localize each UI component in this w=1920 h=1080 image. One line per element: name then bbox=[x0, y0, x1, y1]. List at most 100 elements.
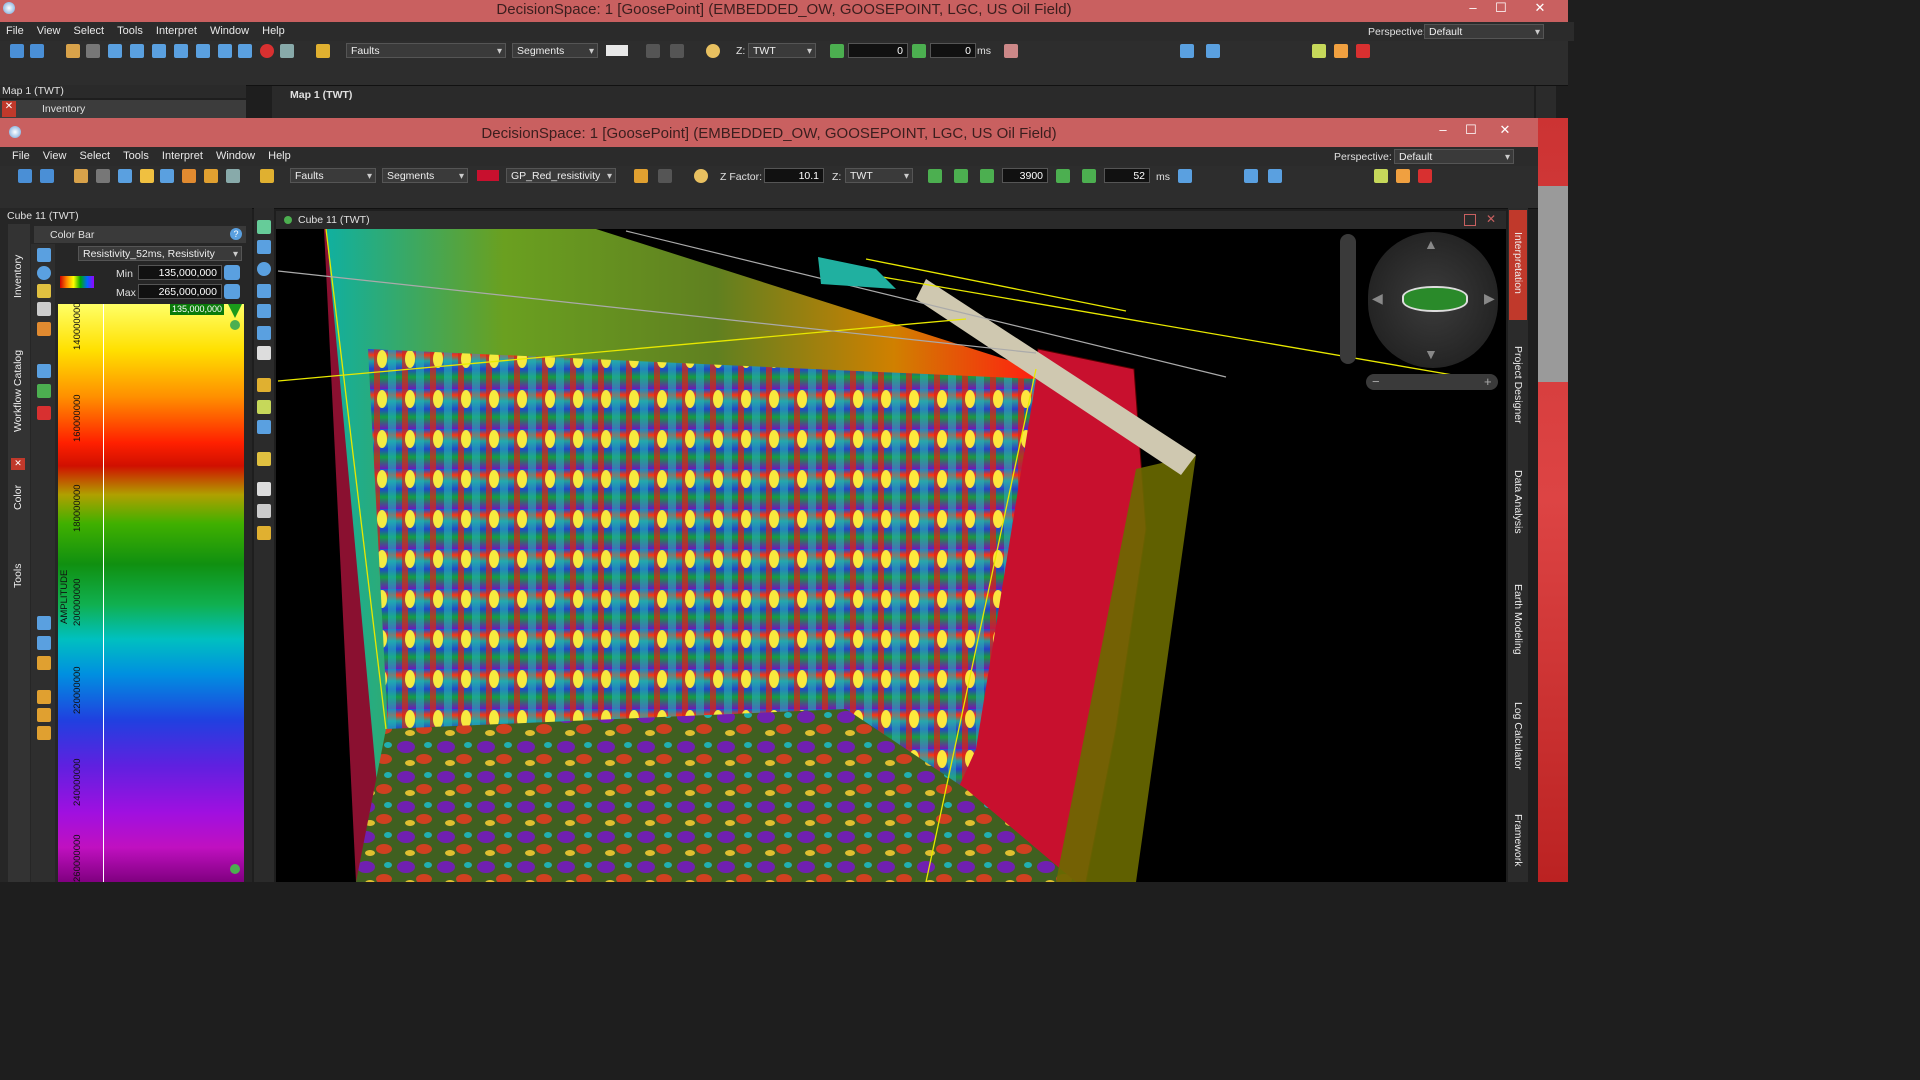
front-zfactor-input[interactable]: 10.1 bbox=[764, 168, 824, 183]
front-save-icon[interactable] bbox=[18, 169, 32, 183]
front-play-icon[interactable] bbox=[1082, 169, 1096, 183]
close-icon[interactable]: ✕ bbox=[1520, 0, 1560, 18]
view-filter-icon[interactable] bbox=[257, 400, 271, 414]
view-zoom-icon[interactable] bbox=[257, 240, 271, 254]
front-folder-icon[interactable] bbox=[74, 169, 88, 183]
menu-file[interactable]: File bbox=[6, 22, 24, 41]
back-inventory-tab[interactable] bbox=[0, 100, 246, 118]
nav-down-icon[interactable]: ▼ bbox=[1424, 346, 1438, 362]
select-icon[interactable] bbox=[37, 406, 51, 420]
back-z-select[interactable]: TWT bbox=[748, 43, 816, 59]
max-reset-icon[interactable] bbox=[224, 284, 240, 299]
side-tab-inventory[interactable]: Inventory bbox=[12, 255, 24, 298]
view-map-icon[interactable] bbox=[257, 452, 271, 466]
front-close-icon[interactable]: ✕ bbox=[1490, 122, 1520, 140]
rotate-icon[interactable] bbox=[152, 44, 166, 58]
split-icon[interactable] bbox=[37, 364, 51, 378]
front-tools-misc-icon[interactable] bbox=[1178, 169, 1192, 183]
pencil-icon[interactable] bbox=[316, 44, 330, 58]
back-perspective-select[interactable]: Default bbox=[1424, 24, 1544, 40]
front-faults-select[interactable]: Faults bbox=[290, 168, 376, 184]
back-faults-select[interactable]: Faults bbox=[346, 43, 506, 59]
min-input[interactable]: 135,000,000 bbox=[138, 265, 222, 280]
front-display3-icon[interactable] bbox=[1418, 169, 1432, 183]
front-undo-icon[interactable] bbox=[634, 169, 648, 183]
edit-icon[interactable] bbox=[37, 302, 51, 316]
tools-misc-icon[interactable] bbox=[1004, 44, 1018, 58]
back-color-swatch[interactable] bbox=[606, 45, 628, 56]
maximize-icon[interactable]: ☐ bbox=[1486, 0, 1516, 18]
help-icon[interactable]: ? bbox=[230, 228, 242, 240]
view-fit-icon[interactable] bbox=[257, 304, 271, 318]
view-home-icon[interactable] bbox=[257, 220, 271, 234]
nav-zoom-slider[interactable] bbox=[1340, 234, 1356, 364]
front-z-select[interactable]: TWT bbox=[845, 168, 913, 184]
back-inventory-close[interactable]: ✕ bbox=[2, 101, 16, 117]
front-menu-help[interactable]: Help bbox=[268, 147, 291, 166]
right-tab-earth-modeling[interactable]: Earth Modeling bbox=[1512, 584, 1524, 655]
step-back-icon[interactable] bbox=[830, 44, 844, 58]
table-small-icon[interactable] bbox=[37, 690, 51, 704]
right-tab-interpretation[interactable]: Interpretation bbox=[1512, 232, 1524, 294]
add-marker-icon[interactable] bbox=[230, 320, 240, 330]
front-maximize-icon[interactable]: ☐ bbox=[1456, 122, 1486, 140]
front-cube-icon[interactable] bbox=[204, 169, 218, 183]
save-icon[interactable] bbox=[10, 44, 24, 58]
front-minimize-icon[interactable]: – bbox=[1428, 122, 1458, 140]
min-reset-icon[interactable] bbox=[224, 265, 240, 280]
front-first-icon[interactable] bbox=[928, 169, 942, 183]
undo-icon[interactable] bbox=[646, 44, 660, 58]
minimize-icon[interactable]: – bbox=[1458, 0, 1488, 18]
nav-up-icon[interactable]: ▲ bbox=[1424, 236, 1438, 252]
front-prev-icon[interactable] bbox=[954, 169, 968, 183]
view-box-icon[interactable] bbox=[257, 420, 271, 434]
palette-icon[interactable] bbox=[37, 284, 51, 298]
right-tab-log-calculator[interactable]: Log Calculator bbox=[1512, 702, 1524, 770]
front-menu-window[interactable]: Window bbox=[216, 147, 255, 166]
add-marker-bottom-icon[interactable] bbox=[230, 864, 240, 874]
front-grid-icon[interactable] bbox=[1244, 169, 1258, 183]
open-icon[interactable] bbox=[30, 44, 44, 58]
front-step-fwd-icon[interactable] bbox=[1056, 169, 1070, 183]
doc-small-icon[interactable] bbox=[37, 656, 51, 670]
colormap-thumbnail[interactable] bbox=[60, 276, 94, 288]
front-sun-icon[interactable] bbox=[694, 169, 708, 183]
pointer-icon[interactable] bbox=[257, 504, 271, 518]
chart-small-icon[interactable] bbox=[37, 636, 51, 650]
menu-tools[interactable]: Tools bbox=[117, 22, 143, 41]
view-close-icon[interactable]: ✕ bbox=[1486, 212, 1496, 226]
view-persp-icon[interactable] bbox=[257, 346, 271, 360]
back-frame-input[interactable]: 0 bbox=[848, 43, 908, 58]
view-restore-icon[interactable] bbox=[1464, 214, 1476, 226]
front-well-icon[interactable] bbox=[140, 169, 154, 183]
display3-icon[interactable] bbox=[1356, 44, 1370, 58]
play-icon[interactable] bbox=[912, 44, 926, 58]
folder-icon[interactable] bbox=[66, 44, 80, 58]
back-time-input[interactable]: 0 bbox=[930, 43, 976, 58]
front-colormap-select[interactable]: GP_Red_resistivity bbox=[506, 168, 616, 184]
triangle-icon[interactable] bbox=[1206, 44, 1220, 58]
screen-icon[interactable] bbox=[280, 44, 294, 58]
view-calendar-icon[interactable] bbox=[257, 482, 271, 496]
front-step-back-icon[interactable] bbox=[980, 169, 994, 183]
front-menu-tools[interactable]: Tools bbox=[123, 147, 149, 166]
3d-viewport[interactable] bbox=[276, 229, 1506, 882]
front-frame-input[interactable]: 3900 bbox=[1002, 168, 1048, 183]
record-icon[interactable] bbox=[260, 44, 274, 58]
colorbar-icon[interactable] bbox=[37, 248, 51, 262]
right-tab-project-designer[interactable]: Project Designer bbox=[1512, 346, 1524, 424]
redo-icon[interactable] bbox=[670, 44, 684, 58]
front-segments-select[interactable]: Segments bbox=[382, 168, 468, 184]
front-display2-icon[interactable] bbox=[1396, 169, 1410, 183]
undo-small-icon[interactable] bbox=[37, 322, 51, 336]
front-layers-icon[interactable] bbox=[118, 169, 132, 183]
zoom-in-icon[interactable]: + bbox=[1484, 374, 1492, 389]
side-tab-color[interactable]: Color bbox=[12, 485, 24, 510]
refresh-icon[interactable] bbox=[37, 266, 51, 280]
front-copy-icon[interactable] bbox=[96, 169, 110, 183]
nav-right-icon[interactable]: ▶ bbox=[1484, 290, 1495, 307]
front-menu-interpret[interactable]: Interpret bbox=[162, 147, 203, 166]
menu-select[interactable]: Select bbox=[74, 22, 105, 41]
move-icon[interactable] bbox=[174, 44, 188, 58]
grid-icon[interactable] bbox=[1180, 44, 1194, 58]
